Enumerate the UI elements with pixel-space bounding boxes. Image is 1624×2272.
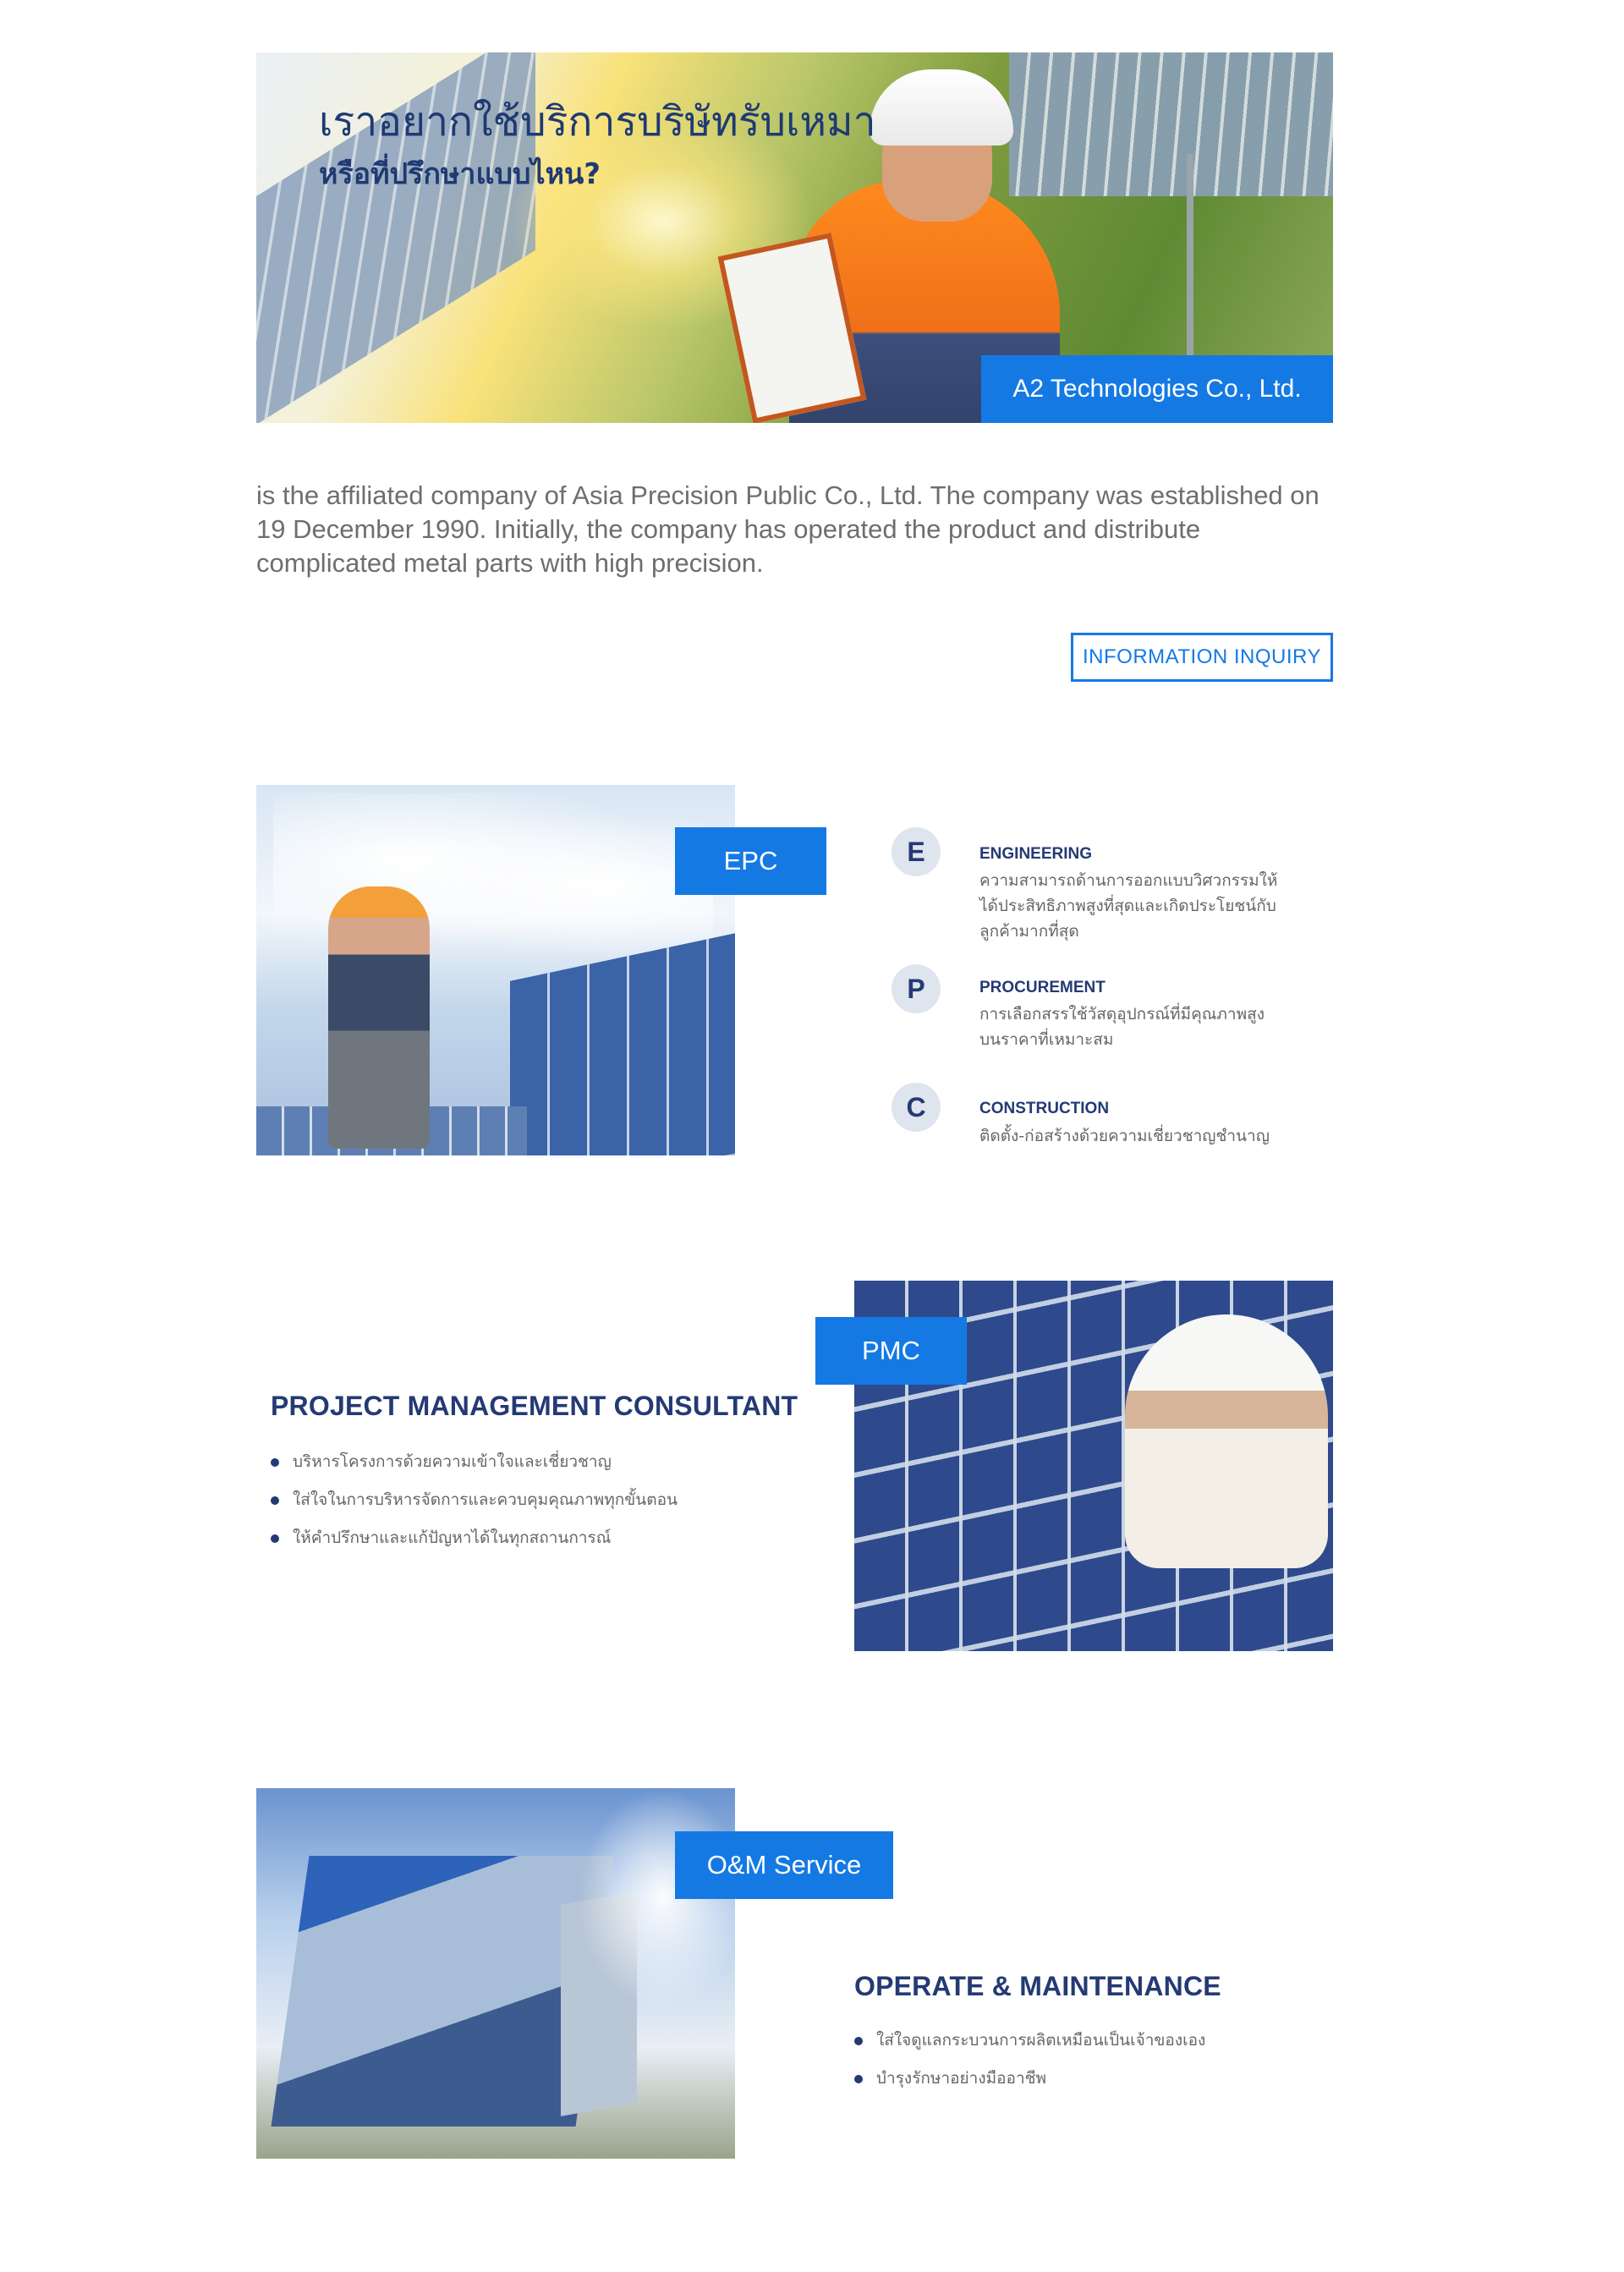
construction-title: CONSTRUCTION xyxy=(979,1100,1110,1117)
solar-panels-right xyxy=(1009,52,1333,196)
procurement-letter-icon: P xyxy=(892,964,941,1013)
bullet-dot-icon xyxy=(271,1458,279,1467)
consultant-figure xyxy=(1125,1314,1328,1568)
list-item-text: ใส่ใจในการบริหารจัดการและควบคุมคุณภาพทุก… xyxy=(293,1490,678,1509)
epc-engineer-photo xyxy=(256,785,735,1155)
engineering-letter-icon: E xyxy=(892,827,941,876)
bullet-dot-icon xyxy=(271,1534,279,1543)
list-item: ใส่ใจดูแลกระบวนการผลิตเหมือนเป็นเจ้าของเ… xyxy=(854,2022,1328,2060)
construction-description: ติดตั้ง-ก่อสร้างด้วยความเชี่ยวชาญชำนาญ xyxy=(979,1127,1270,1145)
procurement-description: การเลือกสรรใช้วัสดุอุปกรณ์ที่มีคุณภาพสูง… xyxy=(979,1005,1265,1049)
om-heading: OPERATE & MAINTENANCE xyxy=(854,1971,1221,2001)
bullet-dot-icon xyxy=(271,1496,279,1505)
engineering-title: ENGINEERING xyxy=(979,845,1093,863)
company-name-badge: A2 Technologies Co., Ltd. xyxy=(981,355,1333,423)
list-item: ใส่ใจในการบริหารจัดการและควบคุมคุณภาพทุก… xyxy=(271,1481,795,1519)
pmc-tag: PMC xyxy=(815,1317,967,1385)
bullet-dot-icon xyxy=(854,2037,863,2045)
list-item: บำรุงรักษาอย่างมืออาชีพ xyxy=(854,2060,1328,2098)
list-item-text: บำรุงรักษาอย่างมืออาชีพ xyxy=(876,2069,1047,2088)
list-item: บริหารโครงการด้วยความเข้าใจและเชี่ยวชาญ xyxy=(271,1443,795,1481)
construction-letter-icon: C xyxy=(892,1083,941,1132)
pmc-bullet-list: บริหารโครงการด้วยความเข้าใจและเชี่ยวชาญ … xyxy=(271,1443,795,1557)
company-intro-text: is the affiliated company of Asia Precis… xyxy=(256,480,1320,578)
hero-subtitle: หรือที่ปรึกษาแบบไหน? xyxy=(319,157,601,191)
hard-hat xyxy=(870,69,1013,145)
list-item: ให้คำปรึกษาและแก้ปัญหาได้ในทุกสถานการณ์ xyxy=(271,1519,795,1557)
pmc-heading: PROJECT MANAGEMENT CONSULTANT xyxy=(271,1391,798,1421)
procurement-title: PROCUREMENT xyxy=(979,979,1106,996)
engineer-figure xyxy=(328,886,430,1149)
list-item-text: ให้คำปรึกษาและแก้ปัญหาได้ในทุกสถานการณ์ xyxy=(293,1528,612,1547)
list-item-text: ใส่ใจดูแลกระบวนการผลิตเหมือนเป็นเจ้าของเ… xyxy=(876,2031,1206,2050)
om-bullet-list: ใส่ใจดูแลกระบวนการผลิตเหมือนเป็นเจ้าของเ… xyxy=(854,2022,1328,2098)
engineering-description: ความสามารถด้านการออกแบบวิศวกรรมให้ได้ประ… xyxy=(979,871,1278,941)
epc-tag: EPC xyxy=(675,827,826,895)
bullet-dot-icon xyxy=(854,2075,863,2083)
hero-title: เราอยากใช้บริการบริษัทรับเหมา xyxy=(319,98,876,145)
information-inquiry-button[interactable]: INFORMATION INQUIRY xyxy=(1071,633,1333,682)
list-item-text: บริหารโครงการด้วยความเข้าใจและเชี่ยวชาญ xyxy=(293,1452,612,1471)
om-service-tag: O&M Service xyxy=(675,1831,893,1899)
panel-rack-post xyxy=(1187,154,1193,374)
om-technicians-photo xyxy=(256,1788,735,2159)
